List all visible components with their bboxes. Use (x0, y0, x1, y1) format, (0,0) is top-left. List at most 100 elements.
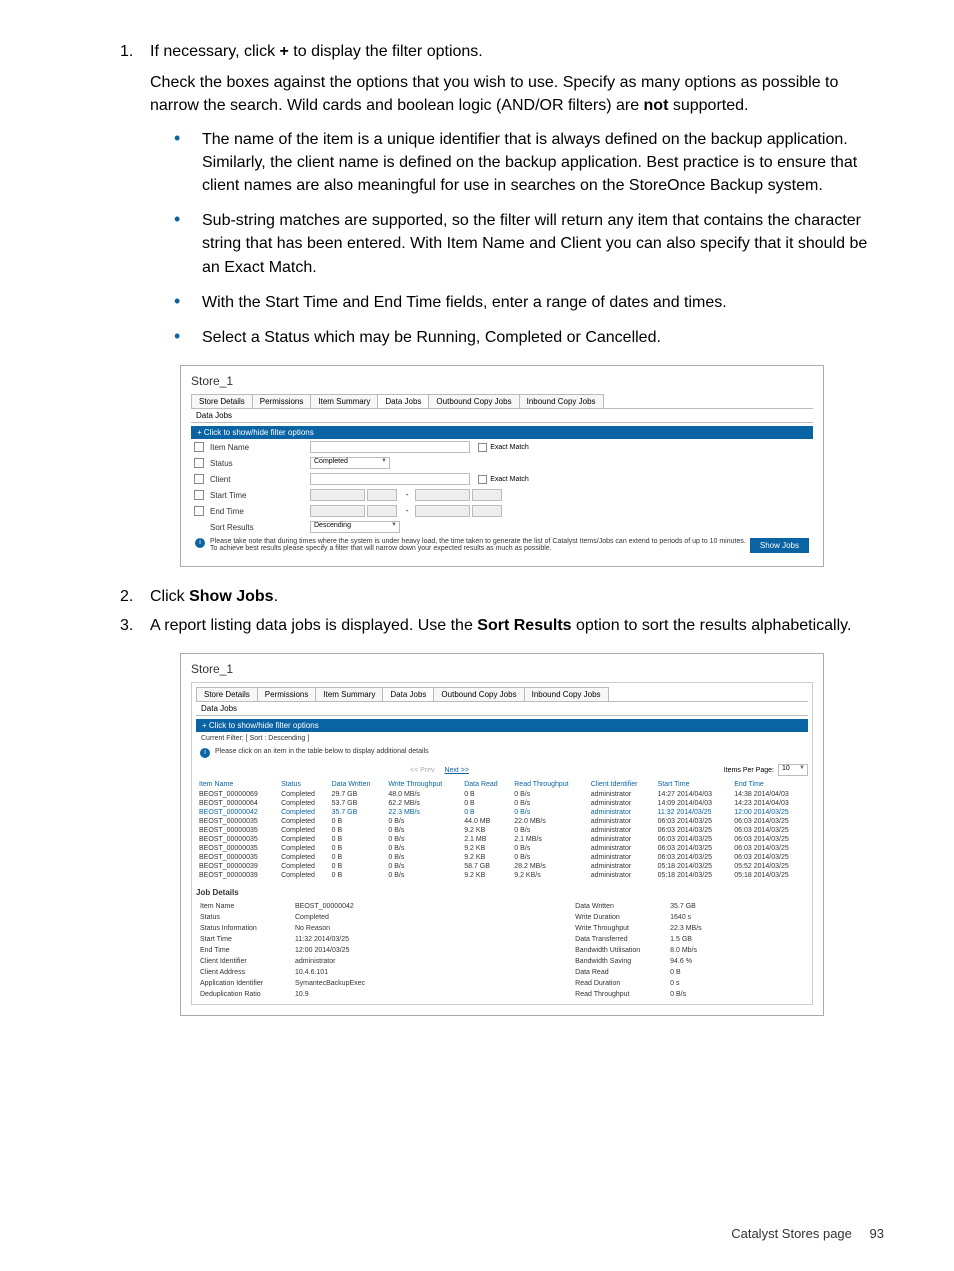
table-row[interactable]: BEOST_00000064Completed53.7 GB62.2 MB/s0… (196, 799, 808, 808)
input-end-date1[interactable] (310, 505, 365, 517)
input-item-name[interactable] (310, 441, 470, 453)
tab-permissions[interactable]: Permissions (252, 394, 312, 408)
col-header[interactable]: Start Time (655, 779, 732, 790)
tabstrip: Store Details Permissions Item Summary D… (191, 394, 813, 409)
table-row[interactable]: BEOST_00000039Completed0 B0 B/s9.2 KB9.2… (196, 871, 808, 880)
tab-data-jobs[interactable]: Data Jobs (377, 394, 429, 408)
tab-outbound[interactable]: Outbound Copy Jobs (428, 394, 519, 408)
col-header[interactable]: Client Identifier (588, 779, 655, 790)
col-header[interactable]: End Time (731, 779, 808, 790)
cell: 14:23 2014/04/03 (731, 799, 808, 808)
tabstrip: Store Details Permissions Item Summary D… (196, 687, 808, 702)
detail-val: 8.0 Mb/s (666, 945, 808, 956)
subtab-data-jobs[interactable]: Data Jobs (191, 409, 813, 423)
cell: 0 B/s (385, 835, 461, 844)
step-1: 1. If necessary, click + to display the … (150, 40, 884, 349)
show-jobs-button[interactable]: Show Jobs (750, 538, 809, 553)
select-status[interactable]: Completed (310, 457, 390, 469)
table-row[interactable]: BEOST_00000039Completed0 B0 B/s58.7 GB28… (196, 862, 808, 871)
tab-permissions[interactable]: Permissions (257, 687, 317, 701)
tab-outbound[interactable]: Outbound Copy Jobs (433, 687, 524, 701)
detail-key: Client Identifier (196, 956, 291, 967)
tab-store-details[interactable]: Store Details (191, 394, 253, 408)
cell: 44.0 MB (461, 817, 511, 826)
subtab-data-jobs[interactable]: Data Jobs (196, 702, 808, 716)
col-header[interactable]: Read Throughput (511, 779, 588, 790)
input-client[interactable] (310, 473, 470, 485)
checkbox-client[interactable] (194, 474, 204, 484)
detail-key: Write Throughput (571, 923, 666, 934)
cell: 0 B (329, 862, 386, 871)
label-status: Status (210, 459, 310, 468)
detail-val: SymantecBackupExec (291, 978, 571, 989)
input-end-date2[interactable] (415, 505, 470, 517)
detail-key: End Time (196, 945, 291, 956)
tab-inbound[interactable]: Inbound Copy Jobs (519, 394, 604, 408)
table-row[interactable]: BEOST_00000035Completed0 B0 B/s9.2 KB0 B… (196, 826, 808, 835)
checkbox-end-time[interactable] (194, 506, 204, 516)
cell: 14:38 2014/04/03 (731, 790, 808, 799)
col-header[interactable]: Data Written (329, 779, 386, 790)
checkbox-exact-item[interactable] (478, 443, 487, 452)
label-start-time: Start Time (210, 491, 310, 500)
col-header[interactable]: Status (278, 779, 329, 790)
detail-val: 11:32 2014/03/25 (291, 934, 571, 945)
cell: administrator (588, 826, 655, 835)
tab-item-summary[interactable]: Item Summary (310, 394, 378, 408)
select-sort[interactable]: Descending (310, 521, 400, 533)
next-link[interactable]: Next >> (444, 767, 469, 774)
cell: administrator (588, 871, 655, 880)
input-end-time2[interactable] (472, 505, 502, 517)
cell: administrator (588, 844, 655, 853)
tab-inbound[interactable]: Inbound Copy Jobs (524, 687, 609, 701)
text: . (274, 588, 278, 605)
cell: 0 B/s (511, 799, 588, 808)
col-header[interactable]: Write Throughput (385, 779, 461, 790)
checkbox-exact-client[interactable] (478, 475, 487, 484)
bold: Show Jobs (189, 588, 273, 605)
col-header[interactable]: Item Name (196, 779, 278, 790)
cell: 06:03 2014/03/25 (731, 826, 808, 835)
step-num: 1. (120, 40, 133, 63)
cell: 0 B/s (511, 853, 588, 862)
table-row[interactable]: BEOST_00000042Completed35.7 GB22.3 MB/s0… (196, 808, 808, 817)
table-row[interactable]: BEOST_00000035Completed0 B0 B/s9.2 KB0 B… (196, 844, 808, 853)
text: If necessary, click (150, 43, 280, 60)
table-row[interactable]: BEOST_00000035Completed0 B0 B/s44.0 MB22… (196, 817, 808, 826)
cell: BEOST_00000035 (196, 844, 278, 853)
cell: 06:03 2014/03/25 (655, 853, 732, 862)
filter-toggle-bar[interactable]: + Click to show/hide filter options (191, 426, 813, 439)
page-footer: Catalyst Stores page 93 (731, 1226, 884, 1241)
cell: BEOST_00000035 (196, 835, 278, 844)
detail-val: administrator (291, 956, 571, 967)
col-header[interactable]: Data Read (461, 779, 511, 790)
input-end-time1[interactable] (367, 505, 397, 517)
tab-store-details[interactable]: Store Details (196, 687, 258, 701)
tab-data-jobs[interactable]: Data Jobs (382, 687, 434, 701)
input-start-date1[interactable] (310, 489, 365, 501)
cell: administrator (588, 799, 655, 808)
filter-window: Store_1 Store Details Permissions Item S… (180, 365, 824, 567)
detail-val: No Reason (291, 923, 571, 934)
job-details: Item NameBEOST_00000042Data Written35.7 … (196, 901, 808, 1000)
table-row[interactable]: BEOST_00000035Completed0 B0 B/s2.1 MB2.1… (196, 835, 808, 844)
table-row[interactable]: BEOST_00000035Completed0 B0 B/s9.2 KB0 B… (196, 853, 808, 862)
input-start-time2[interactable] (472, 489, 502, 501)
cell: Completed (278, 799, 329, 808)
input-start-date2[interactable] (415, 489, 470, 501)
cell: 06:03 2014/03/25 (731, 853, 808, 862)
input-start-time1[interactable] (367, 489, 397, 501)
checkbox-status[interactable] (194, 458, 204, 468)
cell: Completed (278, 835, 329, 844)
checkbox-start-time[interactable] (194, 490, 204, 500)
select-ipp[interactable]: 10 (778, 764, 808, 776)
table-row[interactable]: BEOST_00000069Completed29.7 GB48.0 MB/s0… (196, 790, 808, 799)
prev-link: << Prev (410, 767, 435, 774)
cell: 0 B (461, 790, 511, 799)
filter-toggle-bar[interactable]: + Click to show/hide filter options (196, 719, 808, 732)
checkbox-item-name[interactable] (194, 442, 204, 452)
tab-item-summary[interactable]: Item Summary (315, 687, 383, 701)
footer-label: Catalyst Stores page (731, 1226, 852, 1241)
cell: 06:03 2014/03/25 (731, 844, 808, 853)
bold: Sort Results (477, 617, 571, 634)
